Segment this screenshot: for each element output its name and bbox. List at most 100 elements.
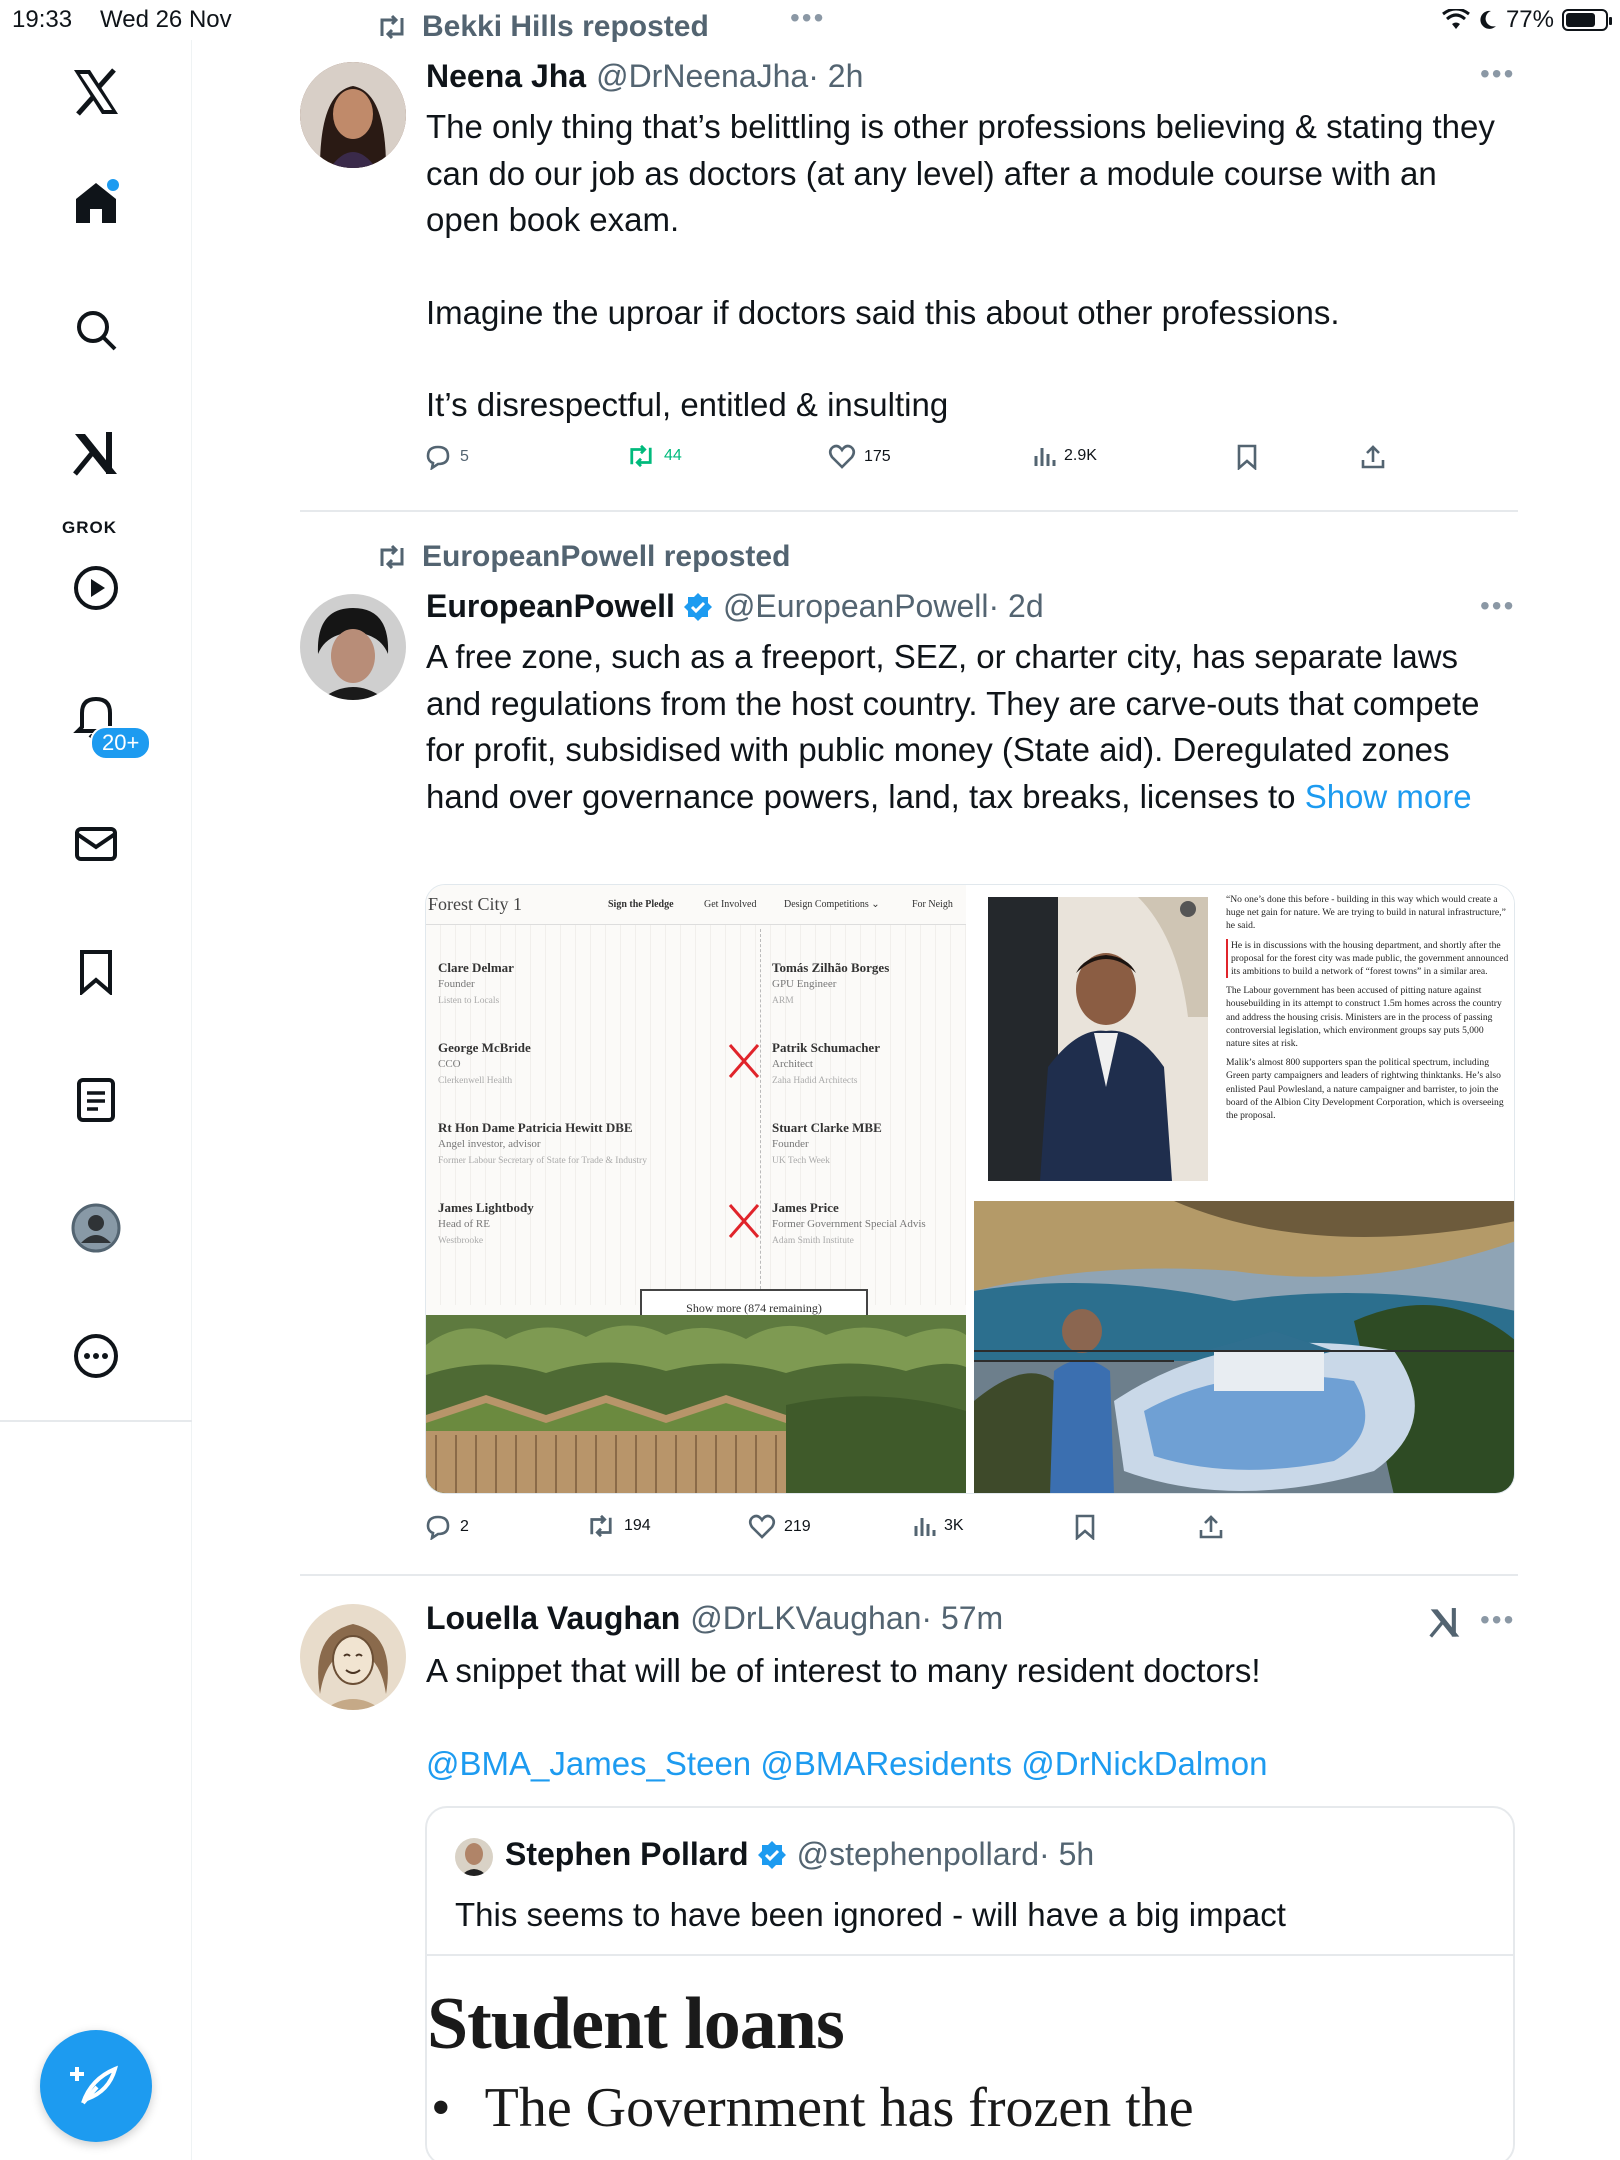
person-org: Adam Smith Institute: [772, 1236, 854, 1246]
views-button[interactable]: 2.9K: [1032, 444, 1097, 468]
quote-post-time[interactable]: · 5h: [1039, 1836, 1094, 1873]
share-icon: [1199, 1515, 1223, 1539]
tweet-media-grid[interactable]: Forest City 1 Sign the Pledge Get Involv…: [425, 884, 1515, 1494]
repost-button[interactable]: 44: [626, 444, 682, 468]
author-handle[interactable]: @EuropeanPowell: [723, 588, 989, 625]
person-card[interactable]: Clare Delmar Founder Listen to Locals: [438, 959, 628, 1010]
messages-icon[interactable]: [66, 814, 126, 874]
lists-icon[interactable]: [66, 1070, 126, 1130]
person-name: Patrik Schumacher: [772, 1040, 880, 1055]
person-card[interactable]: Stuart Clarke MBE Founder UK Tech Week: [772, 1119, 962, 1170]
bookmark-icon: [1237, 444, 1257, 470]
grok-explain-icon[interactable]: [1428, 1606, 1462, 1640]
tweet-divider: [300, 510, 1518, 512]
share-button[interactable]: [1198, 1514, 1224, 1540]
status-date: Wed 26 Nov: [100, 6, 232, 33]
person-card[interactable]: James Lightbody Head of RE Westbrooke: [438, 1199, 628, 1250]
grok-label: GROK: [62, 518, 117, 537]
reposted-by[interactable]: Bekki Hills reposted: [422, 10, 709, 44]
status-bar: 19:33 Wed 26 Nov ••• 77%: [0, 0, 1620, 40]
person-name: George McBride: [438, 1040, 531, 1055]
battery-percent: 77%: [1505, 6, 1554, 33]
quote-author-name[interactable]: Stephen Pollard: [505, 1836, 749, 1873]
bookmarks-icon[interactable]: [66, 942, 126, 1002]
author-name[interactable]: EuropeanPowell: [426, 588, 675, 625]
person-name: Rt Hon Dame Patricia Hewitt DBE: [438, 1120, 633, 1135]
reposted-by[interactable]: EuropeanPowell reposted: [422, 540, 790, 574]
more-options-icon[interactable]: •••: [1480, 590, 1515, 622]
person-name: Clare Delmar: [438, 960, 514, 975]
more-options-icon[interactable]: •••: [1480, 1604, 1515, 1636]
verified-badge-icon: [757, 1840, 786, 1869]
site-show-more-label: Show more (874 remaining): [686, 1300, 822, 1315]
home-icon[interactable]: [66, 172, 126, 232]
quote-image[interactable]: Student loans • The Government has froze…: [427, 1954, 1513, 2160]
person-card[interactable]: Patrik Schumacher Architect Zaha Hadid Arc…: [772, 1039, 962, 1090]
like-button[interactable]: 175: [828, 444, 891, 470]
bookmark-button[interactable]: [1074, 1514, 1096, 1540]
share-button[interactable]: [1360, 444, 1386, 470]
tweet-paragraph: [426, 244, 1506, 290]
author-name[interactable]: Louella Vaughan: [426, 1600, 680, 1637]
tweet-blank-line: [426, 1695, 1506, 1741]
repost-button[interactable]: 194: [586, 1514, 651, 1538]
reply-button[interactable]: 5: [424, 444, 469, 470]
quote-image-bullet-row: • The Government has frozen the: [431, 2076, 1194, 2140]
repost-indicator: Bekki Hills reposted: [376, 10, 709, 44]
bookmark-button[interactable]: [1236, 444, 1258, 470]
compose-post-button[interactable]: [40, 2030, 152, 2142]
quote-avatar[interactable]: [455, 1838, 493, 1876]
person-card[interactable]: Rt Hon Dame Patricia Hewitt DBE Angel inv…: [438, 1119, 647, 1170]
forest-building-image: [426, 1315, 966, 1493]
media-article-image[interactable]: “No one’s done this before - building in…: [974, 885, 1514, 1193]
site-nav-item: Sign the Pledge: [608, 899, 674, 910]
grok-icon[interactable]: [66, 424, 126, 484]
reply-button[interactable]: 2: [424, 1514, 469, 1540]
like-count: 219: [784, 1518, 811, 1535]
article-text: “No one’s done this before - building in…: [1226, 893, 1510, 1128]
reply-count: 5: [460, 448, 469, 465]
avatar[interactable]: [300, 1604, 406, 1710]
person-card[interactable]: George McBride CCO Clerkenwell Health: [438, 1039, 628, 1090]
tweet-paragraph: Imagine the uproar if doctors said this …: [426, 293, 1340, 331]
x-logo-icon[interactable]: [66, 62, 126, 122]
author-handle[interactable]: @DrLKVaughan: [690, 1600, 921, 1637]
person-org: ARM: [772, 996, 794, 1006]
post-time[interactable]: · 2d: [988, 588, 1043, 625]
quoted-tweet[interactable]: Stephen Pollard @stephenpollard · 5h Thi…: [425, 1806, 1515, 2160]
person-card[interactable]: James Price Former Government Special Adv…: [772, 1199, 962, 1250]
search-icon[interactable]: [66, 300, 126, 360]
more-options-icon[interactable]: [66, 1326, 126, 1386]
mentions-links[interactable]: @BMA_James_Steen @BMAResidents @DrNickDa…: [426, 1741, 1506, 1788]
repost-icon: [630, 444, 652, 468]
media-collage-image[interactable]: [974, 1201, 1514, 1493]
author-handle[interactable]: @DrNeenaJha: [596, 58, 808, 95]
bookmark-icon: [1075, 1514, 1095, 1540]
quote-author-handle[interactable]: @stephenpollard: [797, 1836, 1039, 1873]
reply-icon: [426, 1515, 450, 1540]
more-options-icon[interactable]: •••: [1480, 58, 1515, 90]
post-time[interactable]: · 57m: [921, 1600, 1003, 1637]
profile-avatar-icon[interactable]: [66, 1198, 126, 1258]
compose-feather-icon: [70, 2065, 119, 2105]
views-chart-icon: [1034, 448, 1056, 466]
person-role: Founder: [772, 1138, 809, 1150]
video-play-icon[interactable]: [66, 558, 126, 618]
avatar[interactable]: [300, 62, 406, 168]
avatar[interactable]: [300, 594, 406, 700]
views-button[interactable]: 3K: [912, 1514, 964, 1538]
show-more-link[interactable]: Show more: [1305, 778, 1472, 815]
repost-count: 194: [624, 1517, 651, 1534]
repost-icon: [380, 14, 404, 40]
author-name[interactable]: Neena Jha: [426, 58, 586, 95]
site-nav-item: For Neigh: [912, 899, 953, 910]
media-website-screenshot[interactable]: Forest City 1 Sign the Pledge Get Involv…: [426, 885, 966, 1493]
post-time[interactable]: · 2h: [808, 58, 863, 95]
views-chart-icon: [914, 1518, 936, 1536]
person-card[interactable]: Tomás Zilhão Borges GPU Engineer ARM: [772, 959, 962, 1010]
multitask-dots-icon[interactable]: •••: [790, 2, 825, 34]
tweet-header: EuropeanPowell @EuropeanPowell · 2d: [426, 588, 1044, 625]
like-button[interactable]: 219: [748, 1514, 811, 1540]
status-time: 19:33: [12, 6, 73, 33]
person-role: Angel investor, advisor: [438, 1138, 541, 1150]
